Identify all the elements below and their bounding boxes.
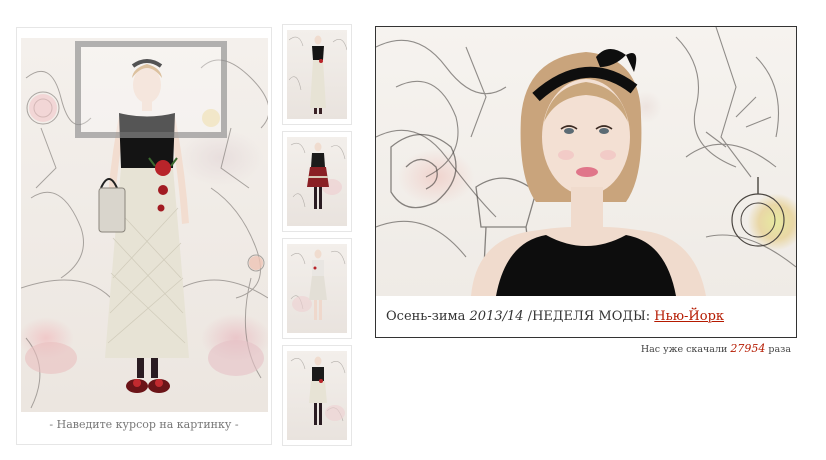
zoom-photo-illustration [376, 27, 796, 296]
caption-separator: / [523, 309, 533, 324]
hover-hint: - Наведите курсор на картинку - [49, 418, 239, 431]
main-image-frame: - Наведите курсор на картинку - [16, 27, 272, 445]
season-year: 2013/14 [469, 309, 524, 324]
download-count: 27954 [730, 342, 766, 355]
fashion-week-label: НЕДЕЛЯ МОДЫ: [532, 309, 651, 324]
zoom-preview-image [376, 27, 796, 296]
collection-caption: Осень-зима 2013/14 /НЕДЕЛЯ МОДЫ: Нью-Йор… [386, 309, 724, 324]
main-product-image[interactable] [21, 38, 268, 412]
zoom-panel: Осень-зима 2013/14 /НЕДЕЛЯ МОДЫ: Нью-Йор… [375, 26, 797, 338]
download-counter: Нас уже скачали 27954 раза [641, 342, 791, 355]
thumbnail-1[interactable] [282, 24, 352, 125]
thumbnail-4-image [287, 351, 347, 440]
download-counter-prefix: Нас уже скачали [640, 344, 728, 355]
season-label: Осень-зима [386, 309, 466, 324]
thumbnail-2[interactable] [282, 131, 352, 232]
thumbnail-4[interactable] [282, 345, 352, 446]
thumbnail-3-image [287, 244, 347, 333]
thumbnail-3[interactable] [282, 238, 352, 339]
download-counter-suffix: раза [768, 344, 791, 355]
zoom-lens[interactable] [75, 41, 227, 138]
thumbnail-1-image [287, 30, 347, 119]
city-link[interactable]: Нью-Йорк [654, 309, 724, 324]
thumbnail-2-image [287, 137, 347, 226]
